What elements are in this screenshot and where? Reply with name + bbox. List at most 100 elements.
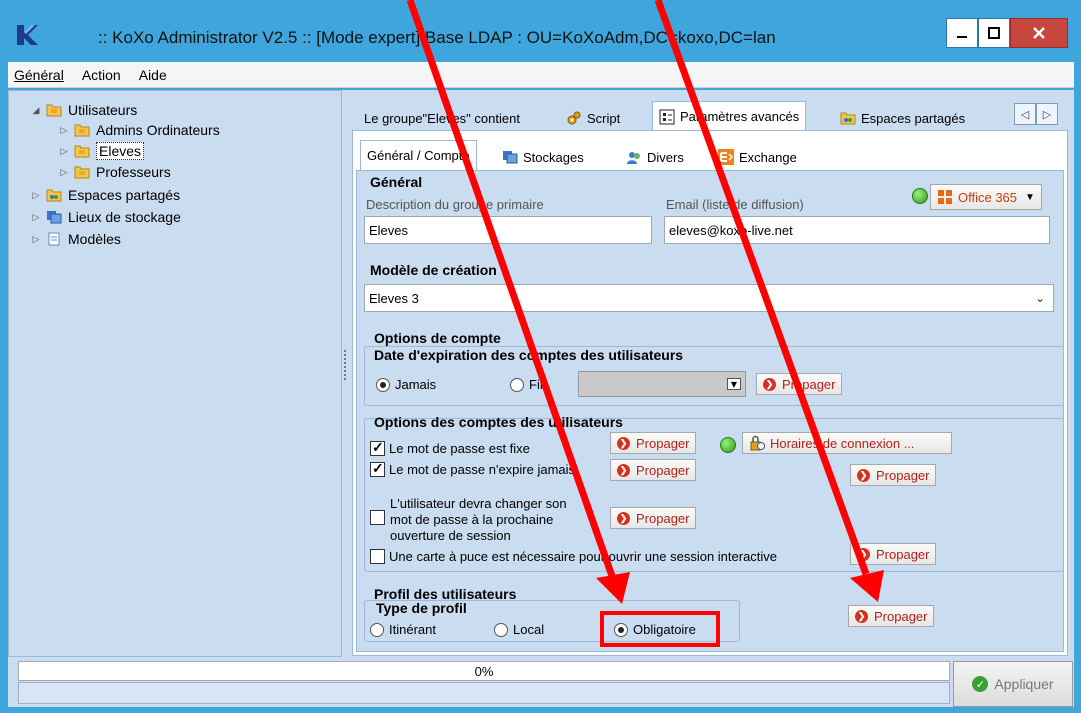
- gears-icon: [567, 111, 581, 125]
- window-title: :: KoXo Administrator V2.5 :: [Mode expe…: [98, 28, 776, 47]
- radio-indicator: [370, 622, 384, 637]
- chevron-down-icon: ⌄: [1034, 291, 1045, 305]
- progress-bar: 0%: [18, 661, 950, 681]
- expand-icon[interactable]: ▷: [30, 234, 42, 245]
- expand-icon[interactable]: ▷: [58, 125, 70, 136]
- subtab-general-compte[interactable]: Général / Compte: [360, 140, 477, 170]
- status-ok-icon: [720, 437, 736, 453]
- checkbox-label: Le mot de passe est fixe: [389, 441, 530, 456]
- exchange-icon: [718, 149, 734, 165]
- subtab-exchange[interactable]: Exchange: [712, 142, 803, 172]
- subtab-label: Divers: [647, 149, 684, 165]
- description-label: Description du groupe primaire: [366, 197, 544, 212]
- profile-type-title: Type de profil: [376, 600, 467, 616]
- tree-item-label: Lieux de stockage: [68, 209, 181, 225]
- tab-espaces-partages[interactable]: Espaces partagés: [834, 103, 971, 133]
- menu-bar: Général Action Aide: [8, 62, 1074, 88]
- expand-icon[interactable]: ▷: [58, 146, 70, 157]
- minimize-icon: [957, 36, 967, 38]
- tree-item-lieux-de-stockage[interactable]: ▷ Lieux de stockage: [30, 207, 181, 227]
- expiry-title: Date d'expiration des comptes des utilis…: [374, 347, 684, 363]
- office365-label: Office 365: [958, 189, 1018, 205]
- login-hours-button[interactable]: Horaires de connexion ...: [742, 432, 952, 454]
- email-input[interactable]: eleves@koxo-live.net: [664, 216, 1050, 244]
- subtab-divers[interactable]: Divers: [620, 142, 690, 172]
- tab-prev-button[interactable]: ◁: [1014, 103, 1036, 125]
- splitter-grip[interactable]: [344, 350, 346, 380]
- close-button[interactable]: [1010, 18, 1068, 48]
- secondary-progress-bar: [18, 682, 950, 704]
- email-label: Email (liste de diffusion): [666, 197, 804, 212]
- expand-icon[interactable]: ▷: [30, 190, 42, 201]
- propagate-smartcard-button[interactable]: ❯ Propager: [850, 543, 937, 565]
- chevron-down-icon[interactable]: ▼: [727, 378, 741, 390]
- smartcard-checkbox[interactable]: Une carte à puce est nécessaire pour ouv…: [370, 549, 777, 564]
- label-line: L'utilisateur devra changer son: [390, 496, 567, 511]
- tree-item-label: Modèles: [68, 231, 121, 247]
- tree-item-eleves[interactable]: ▷ Eleves: [58, 141, 145, 161]
- tab-label: Paramètres avancés: [680, 109, 800, 124]
- settings-doc-icon: [659, 109, 675, 124]
- expiry-end-radio[interactable]: Fin: [510, 377, 547, 392]
- tab-group-contents[interactable]: Le groupe"Eleves" contient: [358, 103, 526, 133]
- collapse-icon[interactable]: ◢: [30, 105, 42, 116]
- tab-next-button[interactable]: ▷: [1036, 103, 1058, 125]
- radio-indicator: [494, 622, 508, 637]
- expand-icon[interactable]: ▷: [58, 167, 70, 178]
- propagate-icon: ❯: [857, 547, 870, 561]
- tree-item-admins-ordinateurs[interactable]: ▷ Admins Ordinateurs: [58, 120, 220, 140]
- propagate-hours-button[interactable]: ❯ Propager: [850, 464, 937, 486]
- progress-text: 0%: [474, 663, 494, 679]
- template-icon: [48, 232, 60, 246]
- account-flags-title: Options des comptes des utilisateurs: [374, 414, 623, 430]
- account-options-title: Options de compte: [374, 330, 501, 346]
- model-select-value: Eleves 3: [369, 290, 419, 306]
- checkbox-indicator: [370, 549, 385, 564]
- tree-item-utilisateurs[interactable]: ◢ Utilisateurs: [30, 100, 138, 120]
- propagate-icon: ❯: [763, 377, 776, 391]
- profile-local-radio[interactable]: Local: [494, 622, 544, 637]
- must-change-password-checkbox[interactable]: [370, 510, 389, 525]
- tree-item-espaces-partages[interactable]: ▷ Espaces partagés: [30, 185, 181, 205]
- expand-icon[interactable]: ▷: [30, 212, 42, 223]
- propagate-icon: ❯: [855, 609, 868, 623]
- general-section-title: Général: [370, 174, 423, 190]
- subtab-label: Exchange: [739, 149, 797, 165]
- folder-icon: [74, 145, 90, 158]
- propagate-icon: ❯: [617, 436, 630, 450]
- office365-button[interactable]: Office 365 ▼: [930, 184, 1042, 210]
- maximize-button[interactable]: [978, 18, 1010, 48]
- minimize-button[interactable]: [946, 18, 978, 48]
- tab-script[interactable]: Script: [560, 103, 626, 133]
- propagate-icon: ❯: [617, 511, 630, 525]
- propagate-profile-button[interactable]: ❯ Propager: [848, 605, 935, 627]
- fixed-password-checkbox[interactable]: Le mot de passe est fixe: [370, 439, 530, 456]
- expiry-never-radio[interactable]: Jamais: [376, 377, 436, 392]
- never-expires-checkbox[interactable]: Le mot de passe n'expire jamais: [370, 460, 575, 477]
- button-label: Appliquer: [994, 676, 1054, 692]
- model-select[interactable]: Eleves 3 ⌄: [364, 284, 1054, 312]
- menu-general[interactable]: Général: [12, 67, 66, 83]
- checkbox-label: Une carte à puce est nécessaire pour ouv…: [389, 549, 778, 564]
- tree-item-modeles[interactable]: ▷ Modèles: [30, 229, 121, 249]
- folder-icon: [46, 104, 62, 117]
- tree-item-professeurs[interactable]: ▷ Professeurs: [58, 162, 171, 182]
- propagate-icon: ❯: [617, 463, 630, 477]
- checkbox-indicator: [370, 510, 385, 525]
- tab-parametres-avances[interactable]: Paramètres avancés: [652, 101, 807, 131]
- chevron-right-icon: ▷: [1042, 107, 1052, 121]
- propagate-must-change-button[interactable]: ❯ Propager: [610, 507, 697, 529]
- users-icon: [627, 152, 640, 164]
- expiry-date-picker[interactable]: ▼: [578, 371, 746, 397]
- profile-roaming-radio[interactable]: Itinérant: [370, 622, 436, 637]
- menu-aide[interactable]: Aide: [137, 67, 169, 83]
- propagate-fixed-password-button[interactable]: ❯ Propager: [610, 432, 697, 454]
- propagate-never-expires-button[interactable]: ❯ Propager: [610, 459, 697, 481]
- propagate-expiry-button[interactable]: ❯ Propager: [756, 373, 843, 395]
- lock-clock-icon: [750, 435, 765, 451]
- description-input[interactable]: Eleves: [364, 216, 652, 244]
- apply-button[interactable]: ✓ Appliquer: [953, 661, 1073, 707]
- menu-action[interactable]: Action: [80, 67, 123, 83]
- folder-icon: [74, 166, 90, 179]
- subtab-stockages[interactable]: Stockages: [496, 142, 590, 172]
